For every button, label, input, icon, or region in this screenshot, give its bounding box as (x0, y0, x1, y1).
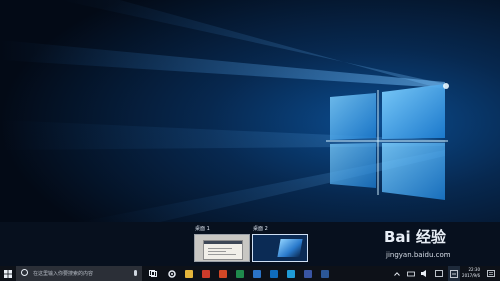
search-box[interactable]: 在这里输入你要搜索的内容 (16, 266, 142, 281)
language-indicator-icon[interactable] (448, 266, 460, 281)
word-icon[interactable] (200, 266, 212, 281)
watermark-url: jingyan.baidu.com (386, 251, 451, 259)
file-explorer-icon[interactable] (183, 266, 195, 281)
task-view-icon[interactable] (147, 266, 159, 281)
desktop-2-wallpaper-preview (277, 239, 303, 257)
desktop-wallpaper (0, 0, 500, 222)
window-preview (203, 240, 243, 260)
microphone-icon[interactable] (134, 270, 137, 276)
clock-date: 2017/9/6 (462, 273, 480, 278)
onenote-icon[interactable] (251, 266, 263, 281)
baidu-jingyan-watermark: Bai 经验 jingyan.baidu.com (384, 226, 496, 266)
powerpoint-icon[interactable] (217, 266, 229, 281)
action-center-icon[interactable] (485, 266, 497, 281)
windows-hero-wallpaper (0, 0, 500, 222)
outlook-icon[interactable] (268, 266, 280, 281)
visio-icon[interactable] (302, 266, 314, 281)
search-placeholder: 在这里输入你要搜索的内容 (33, 271, 94, 277)
network-icon[interactable] (406, 266, 416, 281)
input-method-icon[interactable] (434, 266, 444, 281)
desktop-2-thumbnail[interactable]: 桌面 2 (252, 226, 308, 262)
taskbar: 在这里输入你要搜索的内容 22:30 2017/9/6 (0, 266, 500, 281)
volume-icon[interactable] (420, 266, 430, 281)
taskbar-clock[interactable]: 22:30 2017/9/6 (462, 267, 480, 279)
watermark-logo: Bai 经验 (384, 228, 446, 246)
desktop-2-label: 桌面 2 (253, 226, 268, 232)
desktop-1-label: 桌面 1 (195, 226, 210, 232)
windows-start-icon[interactable] (0, 266, 15, 281)
excel-icon[interactable] (234, 266, 246, 281)
system-tray: 22:30 2017/9/6 (350, 266, 500, 281)
desktop-1-thumbnail[interactable]: 桌面 1 (194, 226, 250, 262)
chevron-up-icon[interactable] (392, 266, 402, 281)
onedrive-icon[interactable] (285, 266, 297, 281)
cortana-icon[interactable] (21, 269, 28, 276)
word-2-icon[interactable] (319, 266, 331, 281)
settings-icon[interactable] (166, 266, 178, 281)
